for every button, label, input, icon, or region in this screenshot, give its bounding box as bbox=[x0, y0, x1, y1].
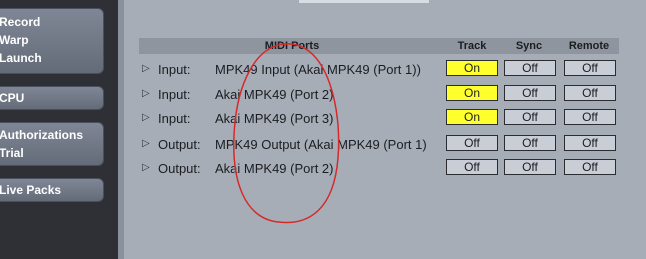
midi-settings-panel: MIDI Ports Track Sync Remote ▷ Input: MP… bbox=[124, 0, 646, 259]
port-direction: Output: bbox=[158, 137, 201, 152]
midi-port-row: ▷ Output: MPK49 Output (Akai MPK49 (Port… bbox=[124, 134, 624, 156]
expand-triangle-icon[interactable]: ▷ bbox=[142, 112, 150, 123]
sidebar: Record Warp Launch CPU Authorizations Tr… bbox=[0, 0, 118, 259]
midi-port-row: ▷ Output: Akai MPK49 (Port 2) Off Off Of… bbox=[124, 158, 624, 180]
sidebar-item-warp[interactable]: Warp bbox=[0, 31, 103, 49]
track-toggle[interactable]: Off bbox=[446, 159, 498, 175]
remote-toggle[interactable]: Off bbox=[564, 60, 616, 76]
sync-header: Sync bbox=[499, 38, 559, 54]
authorizations-trial-section[interactable]: Authorizations Trial bbox=[0, 122, 104, 166]
remote-toggle[interactable]: Off bbox=[564, 85, 616, 101]
port-direction: Input: bbox=[158, 62, 191, 77]
record-warp-launch-section[interactable]: Record Warp Launch bbox=[0, 8, 104, 74]
remote-toggle[interactable]: Off bbox=[564, 135, 616, 151]
sync-toggle[interactable]: Off bbox=[504, 85, 556, 101]
track-toggle[interactable]: On bbox=[446, 85, 498, 101]
expand-triangle-icon[interactable]: ▷ bbox=[142, 162, 150, 173]
red-circle-annotation bbox=[233, 43, 340, 224]
sync-toggle[interactable]: Off bbox=[504, 109, 556, 125]
sidebar-item-trial[interactable]: Trial bbox=[0, 144, 103, 162]
sync-toggle[interactable]: Off bbox=[504, 60, 556, 76]
live-packs-section[interactable]: Live Packs bbox=[0, 178, 104, 202]
track-toggle[interactable]: On bbox=[446, 109, 498, 125]
sidebar-item-cpu[interactable]: CPU bbox=[0, 89, 103, 107]
expand-triangle-icon[interactable]: ▷ bbox=[142, 88, 150, 99]
remote-toggle[interactable]: Off bbox=[564, 159, 616, 175]
port-direction: Input: bbox=[158, 87, 191, 102]
top-divider-line bbox=[299, 0, 429, 3]
remote-header: Remote bbox=[559, 38, 619, 54]
midi-port-row: ▷ Input: Akai MPK49 (Port 2) On Off Off bbox=[124, 84, 624, 106]
sync-toggle[interactable]: Off bbox=[504, 159, 556, 175]
sidebar-item-record[interactable]: Record bbox=[0, 13, 103, 31]
midi-port-row: ▷ Input: MPK49 Input (Akai MPK49 (Port 1… bbox=[124, 59, 624, 81]
port-direction: Output: bbox=[158, 161, 201, 176]
expand-triangle-icon[interactable]: ▷ bbox=[142, 138, 150, 149]
cpu-section[interactable]: CPU bbox=[0, 86, 104, 110]
sidebar-item-live-packs[interactable]: Live Packs bbox=[0, 181, 103, 199]
track-toggle[interactable]: On bbox=[446, 60, 498, 76]
expand-triangle-icon[interactable]: ▷ bbox=[142, 63, 150, 74]
sync-toggle[interactable]: Off bbox=[504, 135, 556, 151]
remote-toggle[interactable]: Off bbox=[564, 109, 616, 125]
port-direction: Input: bbox=[158, 111, 191, 126]
sidebar-item-launch[interactable]: Launch bbox=[0, 49, 103, 67]
sidebar-item-authorizations[interactable]: Authorizations bbox=[0, 126, 103, 144]
track-header: Track bbox=[445, 38, 499, 54]
midi-port-row: ▷ Input: Akai MPK49 (Port 3) On Off Off bbox=[124, 108, 624, 130]
track-toggle[interactable]: Off bbox=[446, 135, 498, 151]
